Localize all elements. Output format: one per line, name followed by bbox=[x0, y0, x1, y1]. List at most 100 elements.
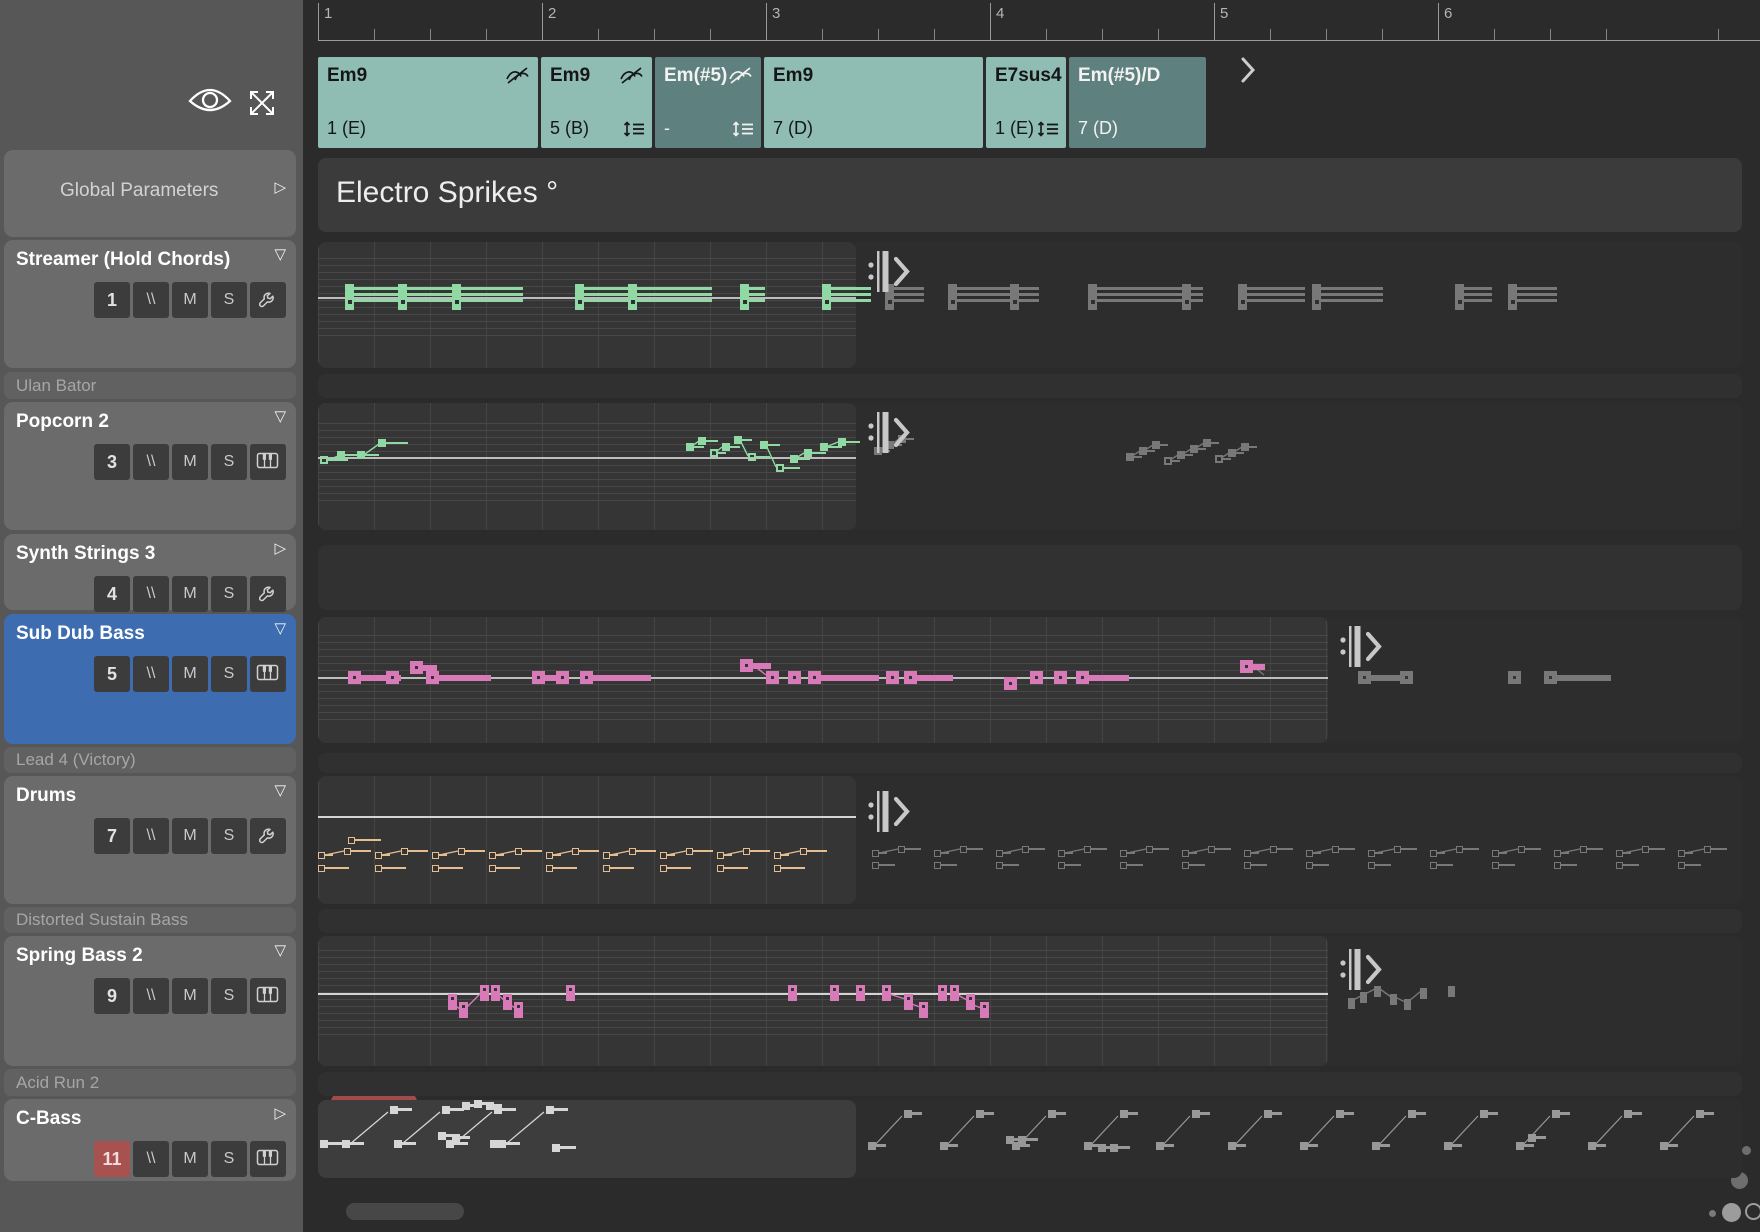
range-lines-icon[interactable] bbox=[732, 120, 754, 138]
drum-hit[interactable] bbox=[717, 852, 724, 859]
section-continue-marker[interactable] bbox=[868, 411, 910, 455]
collapse-down-icon[interactable]: ▽ bbox=[274, 781, 286, 799]
bass-note[interactable] bbox=[1018, 1136, 1026, 1144]
drum-hit[interactable] bbox=[1182, 862, 1189, 869]
wrench-button[interactable] bbox=[250, 282, 286, 318]
drum-hit[interactable] bbox=[432, 852, 439, 859]
bass-note[interactable] bbox=[552, 1144, 560, 1152]
chord-hold-note[interactable] bbox=[1238, 284, 1247, 310]
section-continue-marker[interactable] bbox=[868, 250, 910, 294]
drum-hit[interactable] bbox=[458, 848, 465, 855]
collapse-down-icon[interactable]: ▽ bbox=[274, 407, 286, 425]
drum-hit[interactable] bbox=[1456, 846, 1463, 853]
no-tie-icon[interactable] bbox=[505, 66, 530, 85]
drum-hit[interactable] bbox=[872, 862, 879, 869]
drum-hit[interactable] bbox=[546, 852, 553, 859]
drum-hit[interactable] bbox=[572, 848, 579, 855]
bass-note[interactable] bbox=[486, 1102, 494, 1110]
collapse-down-icon[interactable]: ▽ bbox=[274, 245, 286, 263]
drum-hit[interactable] bbox=[489, 865, 496, 872]
drum-hit[interactable] bbox=[1492, 850, 1499, 857]
bass-note[interactable] bbox=[452, 1134, 460, 1142]
drum-hit[interactable] bbox=[1244, 850, 1251, 857]
drum-hit[interactable] bbox=[318, 852, 325, 859]
collapsed-track-distorted-sustain-bass[interactable]: Distorted Sustain Bass bbox=[4, 907, 296, 933]
drum-hit[interactable] bbox=[401, 848, 408, 855]
expand-icon[interactable] bbox=[245, 86, 279, 120]
track-panel-popcorn-2[interactable]: Popcorn 2▽3\\MS bbox=[4, 402, 296, 530]
collapse-down-icon[interactable]: ▽ bbox=[274, 941, 286, 959]
bass-note[interactable] bbox=[940, 1142, 948, 1150]
track-panel-spring-bass-2[interactable]: Spring Bass 2▽9\\MS bbox=[4, 936, 296, 1066]
collapse-down-icon[interactable]: ▽ bbox=[274, 619, 286, 637]
bass-note[interactable] bbox=[1110, 1144, 1118, 1152]
drum-hit[interactable] bbox=[1616, 850, 1623, 857]
note[interactable] bbox=[776, 464, 784, 472]
collapsed-track-acid-run-2[interactable]: Acid Run 2 bbox=[4, 1069, 296, 1096]
note[interactable] bbox=[1203, 439, 1211, 447]
bass-note[interactable] bbox=[1624, 1110, 1632, 1118]
mute-button[interactable]: M bbox=[172, 818, 208, 854]
drum-hit[interactable] bbox=[960, 846, 967, 853]
note[interactable] bbox=[1152, 441, 1160, 449]
drum-hit[interactable] bbox=[660, 852, 667, 859]
drum-hit[interactable] bbox=[1208, 846, 1215, 853]
drum-hit[interactable] bbox=[660, 865, 667, 872]
drum-hit[interactable] bbox=[489, 852, 496, 859]
ghost-note[interactable] bbox=[1420, 988, 1427, 999]
drum-hit[interactable] bbox=[1022, 846, 1029, 853]
bass-note[interactable] bbox=[494, 1106, 502, 1114]
mute-button[interactable]: M bbox=[172, 1141, 208, 1177]
drum-hit[interactable] bbox=[1270, 846, 1277, 853]
drum-hit[interactable] bbox=[1554, 850, 1561, 857]
chord-block[interactable]: Em(#5)/D7 (D) bbox=[1069, 57, 1206, 148]
bass-note[interactable] bbox=[1480, 1110, 1488, 1118]
lane-drums[interactable] bbox=[318, 776, 1742, 904]
lane-sub-dub-bass[interactable] bbox=[318, 617, 1742, 743]
slashes-button[interactable]: \\ bbox=[133, 818, 169, 854]
drum-hit[interactable] bbox=[1430, 850, 1437, 857]
chord-hold-note[interactable] bbox=[345, 284, 354, 310]
drum-hit[interactable] bbox=[1678, 862, 1685, 869]
bass-note[interactable] bbox=[1300, 1142, 1308, 1150]
solo-button[interactable]: S bbox=[211, 444, 247, 480]
drum-hit[interactable] bbox=[872, 850, 879, 857]
drum-hit[interactable] bbox=[1058, 850, 1065, 857]
note[interactable] bbox=[337, 451, 345, 459]
drum-hit[interactable] bbox=[1580, 846, 1587, 853]
bass-note[interactable] bbox=[1156, 1142, 1164, 1150]
bass-note[interactable] bbox=[394, 1140, 402, 1148]
drum-hit[interactable] bbox=[1642, 846, 1649, 853]
track-panel-synth-strings-3[interactable]: Synth Strings 3▷4\\MS bbox=[4, 534, 296, 610]
ghost-note[interactable] bbox=[1404, 999, 1411, 1010]
chord-hold-note[interactable] bbox=[1508, 284, 1517, 310]
lane-streamer[interactable] bbox=[318, 242, 1742, 368]
bass-note[interactable] bbox=[342, 1140, 350, 1148]
chord-hold-note[interactable] bbox=[1182, 284, 1191, 310]
drum-hit[interactable] bbox=[1616, 862, 1623, 869]
slashes-button[interactable]: \\ bbox=[133, 656, 169, 692]
bass-note[interactable] bbox=[462, 1102, 470, 1110]
chord-block[interactable]: E7sus41 (E) bbox=[986, 57, 1066, 148]
drum-hit[interactable] bbox=[348, 837, 355, 844]
note[interactable] bbox=[790, 455, 798, 463]
lane-active-region[interactable] bbox=[318, 776, 856, 904]
bass-note[interactable] bbox=[1444, 1142, 1452, 1150]
solo-button[interactable]: S bbox=[211, 818, 247, 854]
drum-hit[interactable] bbox=[1332, 846, 1339, 853]
note[interactable] bbox=[710, 449, 718, 457]
drum-hit[interactable] bbox=[1678, 850, 1685, 857]
drum-hit[interactable] bbox=[1704, 846, 1711, 853]
bass-note[interactable] bbox=[1552, 1110, 1560, 1118]
chord-block[interactable]: Em(#5)- bbox=[655, 57, 761, 148]
solo-button[interactable]: S bbox=[211, 282, 247, 318]
track-panel-streamer-hold-chords[interactable]: Streamer (Hold Chords)▽1\\MS bbox=[4, 240, 296, 368]
chord-hold-note[interactable] bbox=[452, 284, 461, 310]
drum-hit[interactable] bbox=[1244, 862, 1251, 869]
drum-hit[interactable] bbox=[1368, 862, 1375, 869]
bass-note[interactable] bbox=[1660, 1142, 1668, 1150]
note[interactable] bbox=[1177, 451, 1185, 459]
bass-note[interactable] bbox=[442, 1106, 450, 1114]
section-continue-marker[interactable] bbox=[1340, 625, 1382, 669]
ghost-note[interactable] bbox=[1348, 998, 1355, 1009]
